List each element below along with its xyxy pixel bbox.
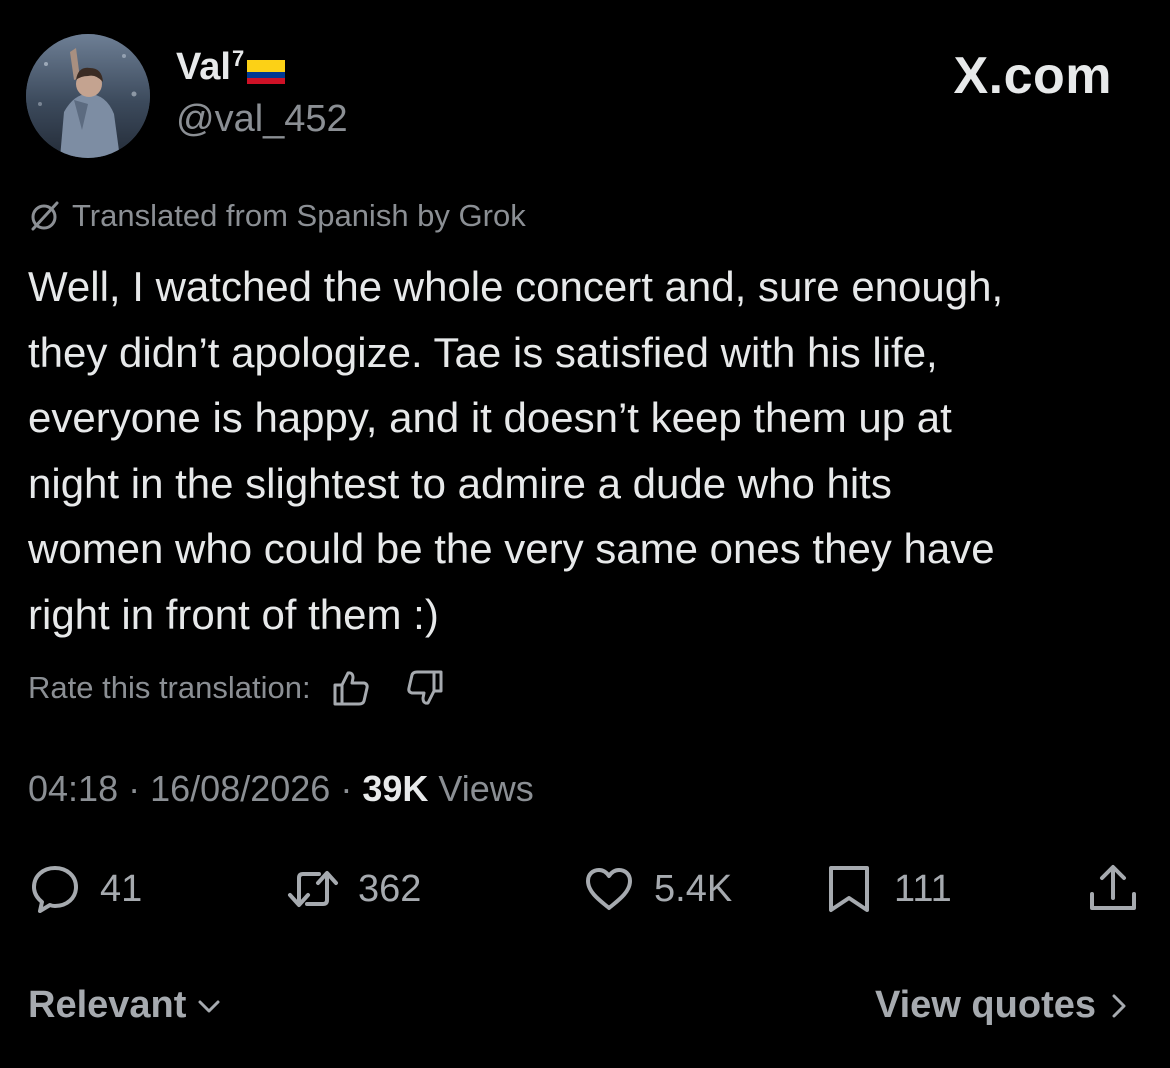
display-name[interactable]: Val 7	[176, 46, 286, 89]
bookmark-icon	[829, 866, 869, 912]
views-count[interactable]: 39K	[362, 768, 428, 809]
share-icon	[1090, 865, 1136, 910]
thumbs-up-icon[interactable]	[331, 668, 371, 708]
tweet-time[interactable]: 04:18	[28, 768, 118, 809]
heart-icon	[586, 868, 632, 910]
user-handle[interactable]: @val_452	[176, 98, 348, 141]
repost-count: 362	[358, 867, 422, 910]
grok-icon	[31, 201, 59, 231]
avatar[interactable]	[26, 34, 150, 158]
like-button[interactable]: 5.4K	[582, 862, 732, 916]
thumbs-down-icon[interactable]	[405, 668, 445, 708]
view-quotes-link[interactable]: View quotes	[875, 984, 1134, 1027]
views-label: Views	[438, 768, 534, 809]
meta-separator: ·	[128, 768, 141, 809]
sort-replies-dropdown[interactable]: Relevant	[28, 984, 224, 1027]
bookmark-count: 111	[894, 867, 952, 910]
brand-label: X.com	[953, 47, 1112, 105]
chevron-down-icon	[198, 1000, 220, 1012]
translation-notice: Translated from Spanish by Grok	[28, 198, 526, 234]
rate-translation-label: Rate this translation:	[28, 670, 311, 705]
repost-icon	[288, 871, 338, 907]
action-bar: 41 362 5.4K 111	[0, 862, 1170, 918]
display-name-superscript: 7	[231, 46, 245, 71]
tweet-meta: 04:18 · 16/08/2026 · 39K Views	[28, 768, 534, 810]
rate-translation: Rate this translation:	[28, 668, 445, 708]
tweet-date[interactable]: 16/08/2026	[150, 768, 330, 809]
sort-label: Relevant	[28, 984, 187, 1026]
translation-notice-text: Translated from Spanish by Grok	[72, 198, 526, 233]
colombia-flag-icon	[247, 60, 286, 84]
avatar-image	[26, 34, 150, 158]
like-count: 5.4K	[654, 867, 733, 910]
display-name-text: Val	[176, 46, 231, 88]
repost-button[interactable]: 362	[286, 862, 421, 916]
chevron-right-icon	[1112, 994, 1126, 1017]
tweet-text: Well, I watched the whole concert and, s…	[28, 263, 1004, 638]
reply-count: 41	[100, 867, 143, 910]
reply-button[interactable]: 41	[28, 862, 142, 916]
meta-separator: ·	[340, 768, 353, 809]
reply-icon	[32, 866, 78, 913]
view-quotes-label: View quotes	[874, 984, 1096, 1026]
bookmark-button[interactable]: 111	[822, 862, 952, 916]
share-button[interactable]	[1086, 862, 1158, 916]
